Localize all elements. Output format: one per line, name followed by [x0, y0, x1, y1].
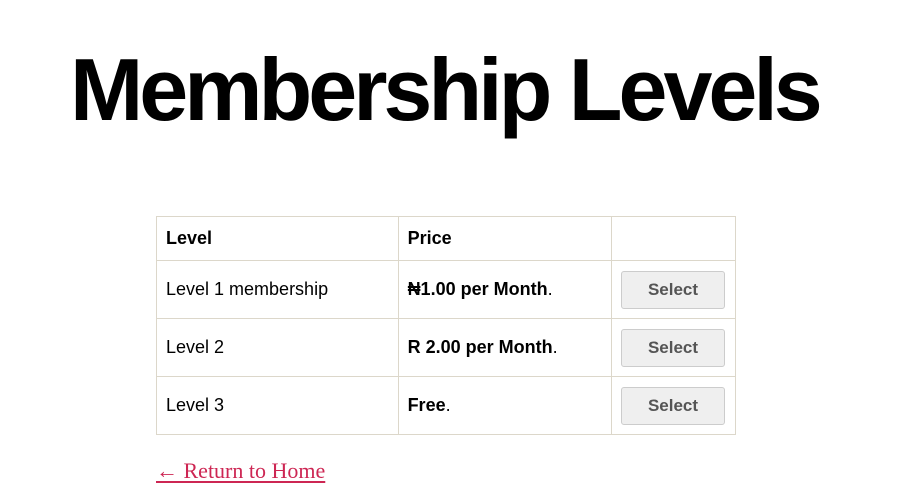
- membership-levels-table: Level Price Level 1 membership ₦1.00 per…: [156, 216, 737, 435]
- select-level-3-button[interactable]: Select: [620, 386, 725, 425]
- table-row: Level 2 R 2.00 per Month. Select: [156, 318, 737, 377]
- level-price-suffix: .: [547, 279, 553, 299]
- level-name: Level 2: [156, 318, 399, 377]
- header-level: Level: [156, 216, 399, 261]
- level-price-suffix: .: [552, 337, 558, 357]
- level-action-cell: Select: [610, 260, 737, 319]
- level-price-cell: ₦1.00 per Month.: [397, 260, 612, 319]
- level-price: ₦1.00 per Month: [407, 279, 548, 299]
- select-level-2-button[interactable]: Select: [620, 328, 725, 367]
- table-row: Level 3 Free. Select: [156, 376, 737, 435]
- table-header-row: Level Price: [156, 216, 737, 261]
- header-action: [610, 216, 737, 261]
- select-level-1-button[interactable]: Select: [620, 270, 725, 309]
- level-name: Level 1 membership: [156, 260, 399, 319]
- level-action-cell: Select: [610, 318, 737, 377]
- level-price-cell: R 2.00 per Month.: [397, 318, 612, 377]
- level-price: Free: [407, 395, 446, 415]
- header-price: Price: [397, 216, 612, 261]
- level-price: R 2.00 per Month: [407, 337, 553, 357]
- level-price-suffix: .: [445, 395, 451, 415]
- level-price-cell: Free.: [397, 376, 612, 435]
- table-row: Level 1 membership ₦1.00 per Month. Sele…: [156, 260, 737, 319]
- page-title: Membership Levels: [70, 40, 823, 139]
- page: Membership Levels Level Price Level 1 me…: [0, 0, 899, 502]
- level-name: Level 3: [156, 376, 399, 435]
- level-action-cell: Select: [610, 376, 737, 435]
- return-to-home-link[interactable]: ← Return to Home: [156, 458, 325, 484]
